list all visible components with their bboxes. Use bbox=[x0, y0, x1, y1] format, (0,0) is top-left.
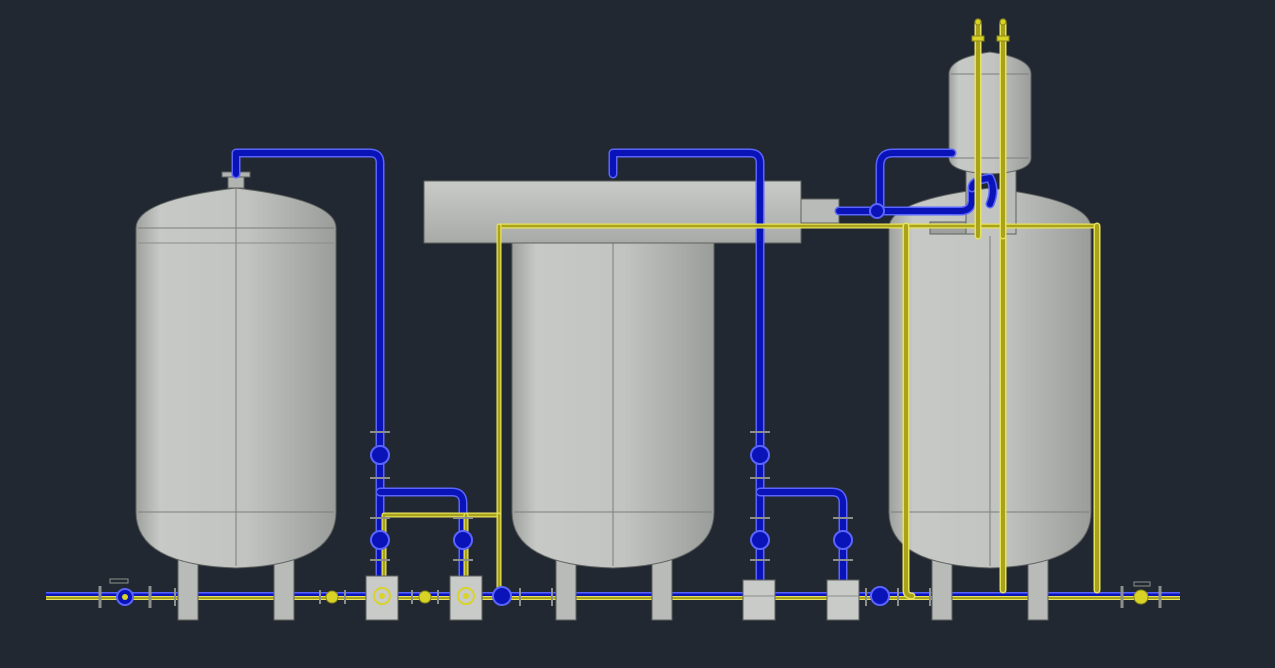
pump-1[interactable] bbox=[365, 575, 399, 621]
tank-1[interactable] bbox=[135, 171, 337, 621]
line-valve-1[interactable] bbox=[325, 590, 339, 604]
pump-2[interactable] bbox=[449, 575, 483, 621]
receiver-tank-shell bbox=[948, 51, 1032, 175]
header-outlet bbox=[800, 198, 840, 224]
line-valve-2[interactable] bbox=[418, 590, 432, 604]
pump-3[interactable] bbox=[742, 579, 776, 621]
plant-model-viewport[interactable] bbox=[0, 0, 1275, 668]
tank-2[interactable] bbox=[511, 187, 715, 621]
bottom-main-pipes bbox=[46, 592, 1180, 600]
pump-4[interactable] bbox=[826, 579, 860, 621]
header-body bbox=[423, 180, 802, 244]
horizontal-header[interactable] bbox=[423, 180, 840, 244]
tank-3[interactable] bbox=[888, 187, 1092, 621]
